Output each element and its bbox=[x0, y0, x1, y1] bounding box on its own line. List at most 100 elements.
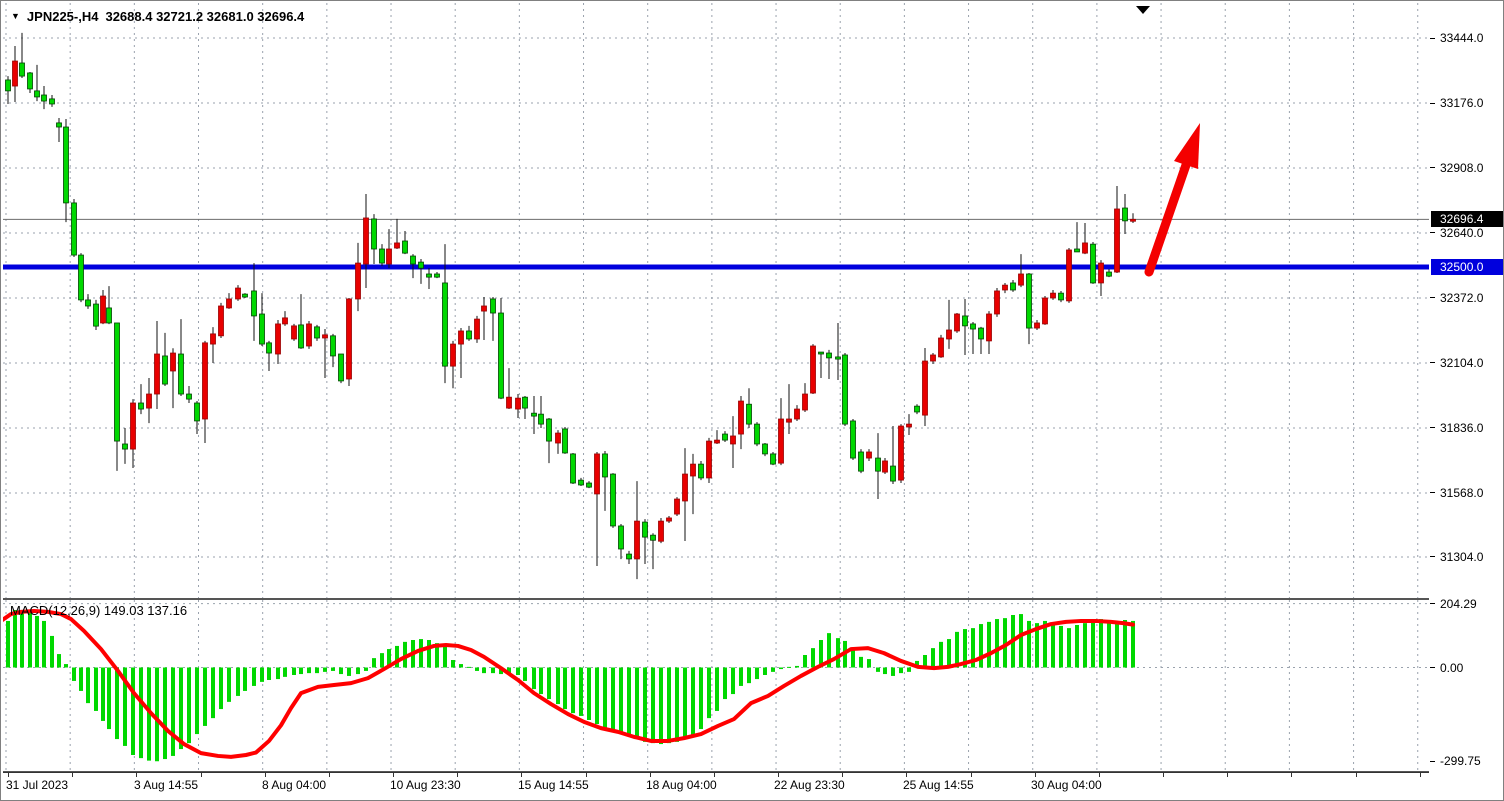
bear-candle bbox=[42, 95, 47, 101]
bear-candle bbox=[380, 249, 385, 263]
macd-histogram-bar bbox=[1075, 625, 1079, 668]
time-axis[interactable]: 31 Jul 20233 Aug 14:558 Aug 04:0010 Aug … bbox=[3, 772, 1429, 801]
macd-histogram-bar bbox=[28, 612, 32, 668]
bear-candle bbox=[827, 353, 832, 358]
time-axis-tick bbox=[1291, 773, 1292, 777]
bear-candle bbox=[579, 480, 584, 485]
bear-candle bbox=[72, 203, 77, 255]
bear-candle bbox=[50, 99, 55, 104]
bear-candle bbox=[755, 424, 760, 444]
bear-candle bbox=[427, 274, 432, 277]
macd-histogram-bar bbox=[731, 668, 735, 695]
bear-candle bbox=[419, 262, 424, 268]
candlestick-chart-canvas[interactable] bbox=[3, 3, 1429, 598]
bull-candle bbox=[667, 518, 672, 521]
bear-candle bbox=[532, 413, 537, 416]
bear-candle bbox=[547, 419, 552, 441]
bull-candle bbox=[131, 403, 136, 449]
price-axis-label: 32104.0 bbox=[1440, 356, 1483, 370]
bull-candle bbox=[101, 296, 106, 323]
bull-candle bbox=[13, 61, 18, 86]
macd-histogram-bar bbox=[419, 639, 423, 667]
macd-histogram-bar bbox=[101, 668, 105, 721]
macd-histogram-bar bbox=[876, 668, 880, 672]
time-axis-tick bbox=[521, 773, 522, 777]
bull-candle bbox=[707, 441, 712, 478]
bear-candle bbox=[587, 483, 592, 487]
time-axis-tick bbox=[136, 773, 137, 777]
price-axis[interactable]: 33444.033176.032908.032640.032372.032104… bbox=[1430, 1, 1504, 801]
macd-histogram-bar bbox=[292, 668, 296, 676]
macd-histogram-bar bbox=[619, 668, 623, 734]
macd-histogram-bar bbox=[779, 668, 783, 670]
macd-histogram-bar bbox=[1131, 621, 1135, 668]
macd-histogram-bar bbox=[203, 668, 207, 726]
price-axis-tick bbox=[1430, 167, 1435, 168]
bear-candle bbox=[915, 406, 920, 412]
chart-shift-marker-icon[interactable] bbox=[1136, 6, 1150, 14]
chart-title: ▼ JPN225-,H4 32688.4 32721.2 32681.0 326… bbox=[11, 9, 304, 24]
macd-histogram-bar bbox=[811, 648, 815, 667]
macd-histogram-bar bbox=[523, 668, 527, 681]
bear-candle bbox=[763, 444, 768, 454]
macd-histogram-bar bbox=[1051, 624, 1055, 667]
bear-candle bbox=[403, 241, 408, 253]
bull-candle bbox=[1019, 274, 1024, 285]
bull-candle bbox=[675, 499, 680, 514]
bull-candle bbox=[147, 394, 152, 408]
macd-histogram-bar bbox=[995, 619, 999, 667]
bear-candle bbox=[187, 394, 192, 399]
bear-candle bbox=[139, 403, 144, 409]
bear-candle bbox=[499, 313, 504, 398]
price-axis-tick bbox=[1430, 492, 1435, 493]
bear-candle bbox=[163, 356, 168, 384]
bull-candle bbox=[155, 354, 160, 394]
bull-candle bbox=[507, 397, 512, 408]
macd-histogram-bar bbox=[891, 668, 895, 676]
bear-candle bbox=[57, 123, 62, 127]
macd-chart-canvas[interactable] bbox=[3, 600, 1429, 771]
macd-histogram-bar bbox=[627, 668, 631, 736]
macd-histogram-bar bbox=[86, 668, 90, 704]
macd-histogram-bar bbox=[443, 646, 447, 668]
macd-histogram-bar bbox=[803, 655, 807, 668]
macd-histogram-bar bbox=[171, 668, 175, 756]
macd-histogram-bar bbox=[947, 639, 951, 667]
bear-candle bbox=[1107, 272, 1112, 276]
macd-histogram-bar bbox=[475, 668, 479, 671]
bull-candle bbox=[883, 461, 888, 472]
price-axis-tick bbox=[1430, 103, 1435, 104]
macd-histogram-bar bbox=[747, 668, 751, 684]
time-axis-tick bbox=[586, 773, 587, 777]
macd-histogram-bar bbox=[364, 668, 368, 671]
macd-histogram-bar bbox=[283, 668, 287, 677]
macd-indicator-panel[interactable]: MACD(12,26,9) 149.03 137.16 bbox=[3, 600, 1429, 773]
time-axis-tick bbox=[650, 773, 651, 777]
bear-candle bbox=[195, 403, 200, 421]
macd-histogram-bar bbox=[155, 668, 159, 762]
bull-candle bbox=[1051, 293, 1056, 298]
macd-histogram-bar bbox=[939, 642, 943, 668]
bull-candle bbox=[1115, 209, 1120, 272]
bull-candle bbox=[283, 318, 288, 324]
macd-histogram-bar bbox=[1019, 614, 1023, 667]
symbol-dropdown-icon[interactable]: ▼ bbox=[11, 12, 20, 21]
macd-histogram-bar bbox=[299, 668, 303, 675]
macd-histogram-bar bbox=[482, 668, 486, 674]
price-axis-label: 31304.0 bbox=[1440, 550, 1483, 564]
bear-candle bbox=[643, 522, 648, 537]
bull-candle bbox=[227, 299, 232, 308]
price-axis-label: 33444.0 bbox=[1440, 31, 1483, 45]
macd-indicator-label: MACD(12,26,9) 149.03 137.16 bbox=[10, 603, 187, 618]
trend-arrow-shaft[interactable] bbox=[1149, 165, 1186, 272]
macd-histogram-bar bbox=[532, 668, 536, 690]
bull-candle bbox=[451, 344, 456, 366]
macd-histogram-bar bbox=[57, 654, 61, 667]
time-axis-tick bbox=[906, 773, 907, 777]
macd-histogram-bar bbox=[787, 667, 791, 668]
macd-histogram-bar bbox=[1027, 621, 1031, 668]
price-chart-panel[interactable]: ▼ JPN225-,H4 32688.4 32721.2 32681.0 326… bbox=[3, 3, 1429, 600]
trend-arrow-head[interactable] bbox=[1174, 123, 1200, 169]
bull-candle bbox=[292, 326, 297, 339]
macd-histogram-bar bbox=[260, 668, 264, 682]
